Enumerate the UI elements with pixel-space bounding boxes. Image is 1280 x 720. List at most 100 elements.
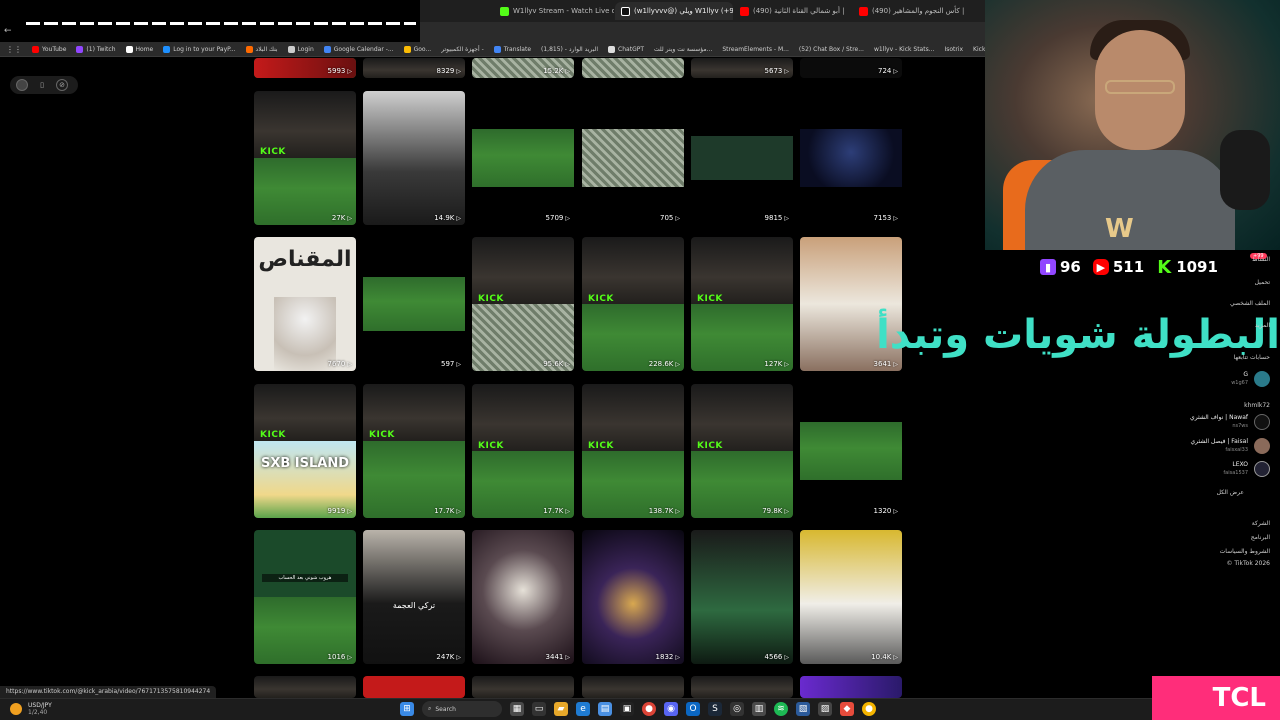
video-tile[interactable]: KICK 138.7K ▷ (582, 384, 684, 518)
account-item[interactable]: Faisal | فيصل الشثري faisxal33 (1190, 438, 1270, 454)
avatar[interactable] (16, 79, 28, 91)
block-icon[interactable]: ⊘ (56, 79, 68, 91)
video-tile[interactable]: 724 ▷ (800, 58, 902, 78)
sidebar-item-activity[interactable]: النشاط (1160, 256, 1270, 263)
bookmark-item[interactable]: Goo... (403, 45, 431, 53)
video-tile[interactable]: 10.4K ▷ (800, 530, 902, 664)
account-item[interactable]: LEXO faisa1537 (1223, 461, 1270, 477)
video-tile[interactable]: 1832 ▷ (582, 530, 684, 664)
video-tile[interactable]: 1320 ▷ (800, 384, 902, 518)
view-count: 1320 ▷ (873, 507, 898, 515)
app-icon[interactable]: ◆ (840, 702, 854, 716)
file-explorer-icon[interactable]: ▰ (554, 702, 568, 716)
video-tile[interactable]: KICK SXB ISLAND 9919 ▷ (254, 384, 356, 518)
bookmark-item[interactable]: Log in to your PayP... (163, 45, 236, 53)
video-caption: تركي العجمة (392, 601, 436, 610)
bookmark-item[interactable]: البريد الوارد - (1,815) (541, 46, 598, 53)
video-tile[interactable]: 15.2K ▷ (472, 58, 574, 78)
kick-logo: KICK (260, 430, 286, 440)
bookmark-item[interactable]: Login (287, 45, 314, 53)
bookmark-item[interactable]: (52) Chat Box / Stre... (799, 46, 864, 53)
video-tile[interactable]: 597 ▷ (363, 237, 465, 371)
status-url: https://www.tiktok.com/@kick_arabia/vide… (0, 686, 217, 698)
video-tile[interactable]: KICK 17.7K ▷ (363, 384, 465, 518)
windows-start-icon[interactable]: ⊞ (400, 702, 414, 716)
tab-kick-stream[interactable]: W1llyv Stream - Watch Live on× (494, 2, 614, 20)
see-all-link[interactable]: عرض الكل (1160, 489, 1244, 496)
video-tile[interactable]: KICK 228.6K ▷ (582, 237, 684, 371)
bookmark-item[interactable]: Google Calendar -... (323, 45, 394, 53)
video-tile[interactable] (800, 676, 902, 698)
video-tile[interactable]: 3441 ▷ (472, 530, 574, 664)
sidebar-item-profile[interactable]: الملف الشخصي (1160, 300, 1270, 307)
video-tile[interactable]: 705 ▷ (582, 91, 684, 225)
outlook-icon[interactable]: O (686, 702, 700, 716)
video-tile[interactable]: KICK 95.6K ▷ (472, 237, 574, 371)
sidebar-item-upload[interactable]: تحميل (1160, 279, 1270, 286)
video-tile[interactable]: 7153 ▷ (800, 91, 902, 225)
obs-icon[interactable]: ◎ (730, 702, 744, 716)
task-view-icon[interactable]: ▭ (532, 702, 546, 716)
steam-icon[interactable]: S (708, 702, 722, 716)
account-item[interactable]: Nawaf | نواف الشثري ns7ws (1190, 414, 1270, 430)
bookmark-item[interactable]: Isotrix (944, 46, 963, 53)
video-tile[interactable]: المقناص 7670 ▷ (254, 237, 356, 371)
chrome-canary-icon[interactable]: ● (862, 702, 876, 716)
phone-icon[interactable]: ▯ (36, 79, 48, 91)
bookmark-item[interactable]: (1) Twitch (76, 45, 116, 53)
apps-icon[interactable]: ⋮⋮ (6, 45, 22, 54)
video-tile[interactable]: هروب شوني بعد الحساب 1016 ▷ (254, 530, 356, 664)
account-item[interactable]: Gw1g67 (1231, 371, 1270, 387)
bookmark-item[interactable]: StreamElements - M... (722, 46, 789, 53)
ticker-widget[interactable]: USD/JPY 1/2,40 (10, 702, 52, 716)
widgets-icon[interactable]: ▦ (510, 702, 524, 716)
bookmark-item[interactable]: ChatGPT (608, 45, 644, 53)
chrome-icon[interactable]: ● (642, 702, 656, 716)
video-tile[interactable] (254, 676, 356, 698)
video-tile[interactable]: 8329 ▷ (363, 58, 465, 78)
video-tile[interactable]: KICK 27K ▷ (254, 91, 356, 225)
video-tile[interactable]: KICK 17.7K ▷ (472, 384, 574, 518)
video-tile[interactable]: 5709 ▷ (472, 91, 574, 225)
video-tile[interactable]: 5993 ▷ (254, 58, 356, 78)
tab-youtube-1[interactable]: (490) أبو شمالي القناة الثانية |× (734, 2, 852, 20)
bookmark-item[interactable]: بنك البلاد (245, 45, 278, 53)
account-user[interactable]: khmlk72 (1160, 402, 1270, 409)
app-icon[interactable]: ▧ (796, 702, 810, 716)
tab-tiktok[interactable]: (w1llyvvv@) ويلي W1llyv (+99)× (615, 2, 733, 20)
video-tile[interactable]: 9815 ▷ (691, 91, 793, 225)
video-tile[interactable]: 4566 ▷ (691, 530, 793, 664)
video-tile[interactable]: 5673 ▷ (691, 58, 793, 78)
app-icon[interactable]: ▣ (620, 702, 634, 716)
app-icon[interactable]: ▥ (752, 702, 766, 716)
sidebar-item-more[interactable]: المزيد (1160, 322, 1270, 329)
video-tile[interactable] (691, 676, 793, 698)
footer-link-program[interactable]: البرنامج (1160, 534, 1270, 541)
search-input[interactable]: ⌕ Search (422, 701, 502, 717)
video-tile[interactable] (582, 676, 684, 698)
video-tile[interactable]: KICK 127K ▷ (691, 237, 793, 371)
video-tile[interactable]: 14.9K ▷ (363, 91, 465, 225)
bookmark-item[interactable]: Kick (973, 46, 985, 53)
app-icon[interactable]: ▨ (818, 702, 832, 716)
bookmark-item[interactable]: w1llyv - Kick Stats... (874, 46, 934, 53)
footer-link-company[interactable]: الشركة (1160, 520, 1270, 527)
back-icon[interactable]: ← (4, 26, 12, 36)
video-tile[interactable]: KICK 79.8K ▷ (691, 384, 793, 518)
bookmark-item[interactable]: Home (125, 45, 153, 53)
footer-link-terms[interactable]: الشروط والسياسات (1160, 548, 1270, 555)
discord-icon[interactable]: ◉ (664, 702, 678, 716)
video-tile[interactable] (363, 676, 465, 698)
bookmark-item[interactable]: مؤسسة نت وينر للت... (654, 46, 712, 53)
tab-youtube-2[interactable]: (490) كأس النجوم والمشاهير |× (853, 2, 971, 20)
video-tile[interactable]: تركي العجمة 247K ▷ (363, 530, 465, 664)
bookmark-item[interactable]: YouTube (32, 45, 66, 53)
edge-icon[interactable]: e (576, 702, 590, 716)
store-icon[interactable]: ▤ (598, 702, 612, 716)
video-tile[interactable] (472, 676, 574, 698)
spotify-icon[interactable]: ≋ (774, 702, 788, 716)
video-tile[interactable] (582, 58, 684, 78)
bookmark-item[interactable]: أجهزة الكمبيوتر - (441, 46, 484, 53)
microphone (1220, 130, 1270, 210)
bookmark-item[interactable]: Translate (493, 45, 531, 53)
